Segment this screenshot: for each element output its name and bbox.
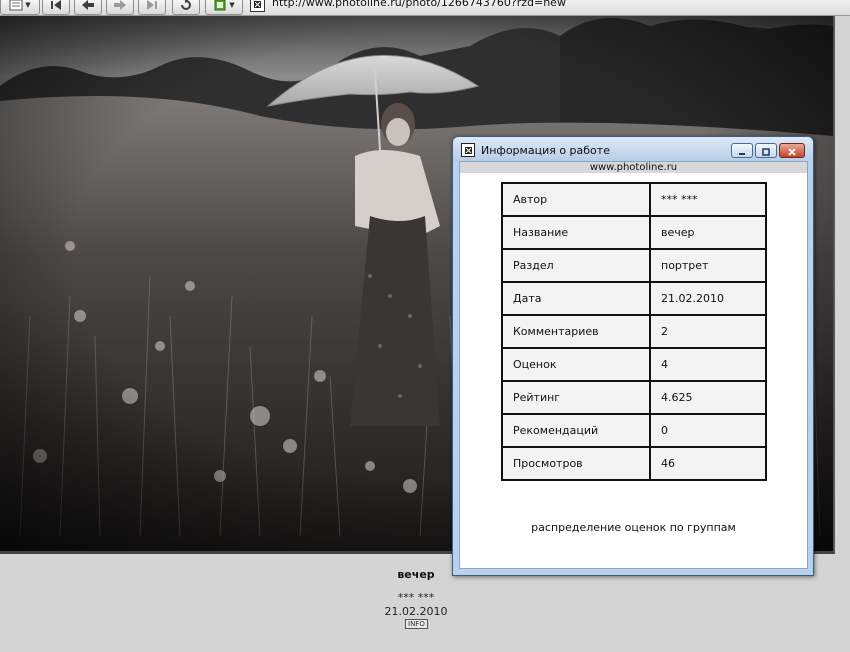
row-label: Комментариев bbox=[501, 314, 651, 349]
close-icon bbox=[787, 141, 797, 160]
popup-title: Информация о работе bbox=[481, 144, 610, 157]
site-label: www.photoline.ru bbox=[460, 162, 807, 173]
page-margin bbox=[835, 16, 850, 554]
forward-button[interactable] bbox=[106, 0, 134, 15]
table-row: Рейтинг 4.625 bbox=[501, 380, 767, 415]
table-row: Название вечер bbox=[501, 215, 767, 250]
page-menu-button[interactable]: ▼ bbox=[0, 0, 40, 15]
row-value: 4.625 bbox=[649, 380, 767, 415]
popup-titlebar[interactable]: Информация о работе bbox=[453, 137, 813, 161]
table-row: Просмотров 46 bbox=[501, 446, 767, 481]
row-label: Оценок bbox=[501, 347, 651, 382]
table-row: Комментариев 2 bbox=[501, 314, 767, 349]
row-label: Дата bbox=[501, 281, 651, 316]
photo-author: *** *** bbox=[397, 591, 435, 604]
row-value: портрет bbox=[649, 248, 767, 283]
last-button[interactable] bbox=[138, 0, 166, 15]
row-label: Название bbox=[501, 215, 651, 250]
close-button[interactable] bbox=[779, 143, 805, 158]
chevron-down-icon: ▼ bbox=[229, 1, 235, 9]
bookmark-button[interactable]: ▼ bbox=[205, 0, 243, 15]
maximize-icon bbox=[761, 141, 771, 160]
row-label: Рекомендаций bbox=[501, 413, 651, 448]
row-label: Раздел bbox=[501, 248, 651, 283]
row-value: 4 bbox=[649, 347, 767, 382]
row-value: 2 bbox=[649, 314, 767, 349]
site-favicon-icon bbox=[250, 0, 265, 12]
reload-icon bbox=[179, 0, 193, 11]
reload-button[interactable] bbox=[172, 0, 200, 15]
row-value: вечер bbox=[649, 215, 767, 250]
row-label: Автор bbox=[501, 182, 651, 217]
maximize-button[interactable] bbox=[755, 143, 777, 158]
table-row: Оценок 4 bbox=[501, 347, 767, 382]
address-bar[interactable]: http://www.photoline.ru/photo/1266743760… bbox=[272, 0, 566, 9]
back-icon bbox=[81, 0, 95, 11]
back-button[interactable] bbox=[74, 0, 102, 15]
first-icon bbox=[49, 0, 63, 11]
row-value: 0 bbox=[649, 413, 767, 448]
table-row: Рекомендаций 0 bbox=[501, 413, 767, 448]
row-label: Рейтинг bbox=[501, 380, 651, 415]
first-button[interactable] bbox=[42, 0, 70, 15]
info-button[interactable]: INFO bbox=[405, 619, 428, 629]
chevron-down-icon: ▼ bbox=[25, 1, 31, 9]
row-value: 46 bbox=[649, 446, 767, 481]
browser-toolbar: ▼ ▼ http://www.photoline.ru/photo/126674… bbox=[0, 0, 850, 16]
table-row: Дата 21.02.2010 bbox=[501, 281, 767, 316]
row-label: Просмотров bbox=[501, 446, 651, 481]
row-value: 21.02.2010 bbox=[649, 281, 767, 316]
table-row: Автор *** *** bbox=[501, 182, 767, 217]
rating-distribution-link[interactable]: распределение оценок по группам bbox=[460, 521, 807, 534]
minimize-icon bbox=[737, 141, 747, 160]
last-icon bbox=[145, 0, 159, 11]
page-menu-icon bbox=[9, 0, 23, 11]
bookmark-icon bbox=[213, 0, 227, 11]
photo-date: 21.02.2010 bbox=[384, 605, 448, 618]
table-row: Раздел портрет bbox=[501, 248, 767, 283]
window-icon bbox=[461, 143, 475, 157]
info-table: Автор *** *** Название вечер Раздел портрет Да… bbox=[501, 182, 767, 481]
row-value: *** *** bbox=[649, 182, 767, 217]
popup-content: www.photoline.ru Автор *** *** Название веч… bbox=[459, 161, 808, 569]
minimize-button[interactable] bbox=[731, 143, 753, 158]
info-popup-window: Информация о работе www.photoline.ru Авт… bbox=[452, 136, 814, 576]
forward-icon bbox=[113, 0, 127, 11]
